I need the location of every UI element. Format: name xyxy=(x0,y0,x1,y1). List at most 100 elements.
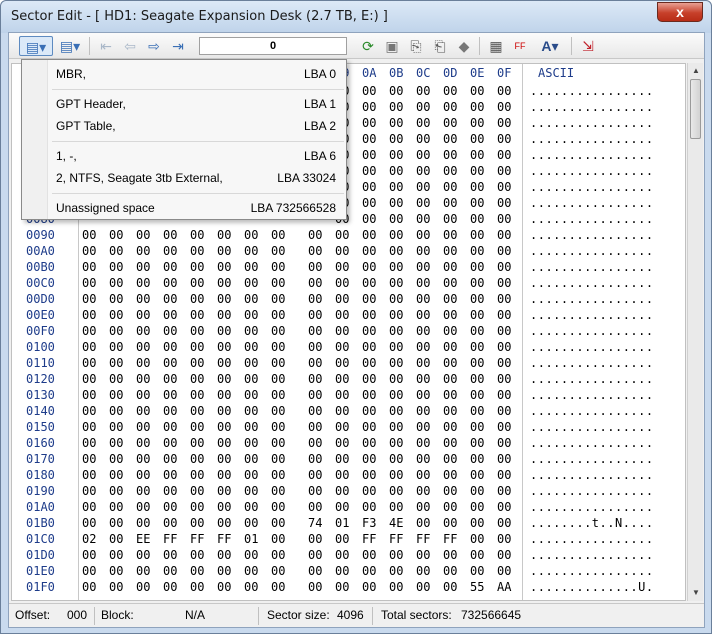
hex-byte[interactable]: 00 xyxy=(335,452,349,466)
hex-byte[interactable]: FF xyxy=(217,532,231,546)
hex-byte[interactable]: 00 xyxy=(389,148,403,162)
ascii-text[interactable]: ................ xyxy=(530,276,654,290)
hex-byte[interactable]: 00 xyxy=(497,484,511,498)
hex-byte[interactable]: 00 xyxy=(217,356,231,370)
ascii-text[interactable]: ................ xyxy=(530,228,654,242)
hex-byte[interactable]: 00 xyxy=(389,500,403,514)
hex-byte[interactable]: 00 xyxy=(470,100,484,114)
hex-byte[interactable]: 00 xyxy=(335,548,349,562)
hex-byte[interactable]: 00 xyxy=(190,500,204,514)
hex-byte[interactable]: 00 xyxy=(470,148,484,162)
hex-byte[interactable]: 74 xyxy=(308,516,322,530)
hex-byte[interactable]: 00 xyxy=(416,404,430,418)
hex-byte[interactable]: FF xyxy=(389,532,403,546)
hex-byte[interactable]: 00 xyxy=(271,340,285,354)
hex-byte[interactable]: 00 xyxy=(389,100,403,114)
ascii-text[interactable]: ................ xyxy=(530,132,654,146)
hex-byte[interactable]: 00 xyxy=(443,404,457,418)
hex-byte[interactable]: 00 xyxy=(82,500,96,514)
hex-byte[interactable]: 00 xyxy=(136,260,150,274)
hex-byte[interactable]: 00 xyxy=(136,468,150,482)
hex-byte[interactable]: 00 xyxy=(470,244,484,258)
hex-byte[interactable]: 00 xyxy=(443,388,457,402)
hex-byte[interactable]: 00 xyxy=(416,484,430,498)
hex-byte[interactable]: 00 xyxy=(109,404,123,418)
hex-byte[interactable]: 00 xyxy=(136,500,150,514)
hex-byte[interactable]: 00 xyxy=(163,404,177,418)
hex-byte[interactable]: 00 xyxy=(443,468,457,482)
hex-byte[interactable]: 00 xyxy=(335,404,349,418)
hex-byte[interactable]: 00 xyxy=(416,292,430,306)
hex-byte[interactable]: 00 xyxy=(109,564,123,578)
hex-byte[interactable]: 00 xyxy=(190,340,204,354)
hex-byte[interactable]: 00 xyxy=(271,404,285,418)
hex-byte[interactable]: 00 xyxy=(470,228,484,242)
hex-byte[interactable]: 00 xyxy=(389,260,403,274)
hex-byte[interactable]: 00 xyxy=(389,292,403,306)
hex-byte[interactable]: 00 xyxy=(335,228,349,242)
hex-byte[interactable]: 00 xyxy=(497,388,511,402)
hex-byte[interactable]: 00 xyxy=(308,228,322,242)
hex-byte[interactable]: 00 xyxy=(497,548,511,562)
hex-byte[interactable]: 00 xyxy=(362,356,376,370)
hex-byte[interactable]: 00 xyxy=(244,244,258,258)
hex-byte[interactable]: 00 xyxy=(217,228,231,242)
ascii-text[interactable]: ................ xyxy=(530,116,654,130)
hex-byte[interactable]: 00 xyxy=(308,324,322,338)
hex-byte[interactable]: 00 xyxy=(443,436,457,450)
hex-byte[interactable]: 00 xyxy=(416,388,430,402)
hex-byte[interactable]: 00 xyxy=(190,372,204,386)
hex-byte[interactable]: 00 xyxy=(271,276,285,290)
hex-byte[interactable]: 00 xyxy=(217,324,231,338)
hex-byte[interactable]: 00 xyxy=(163,276,177,290)
hex-byte[interactable]: 00 xyxy=(443,372,457,386)
hex-byte[interactable]: 00 xyxy=(109,292,123,306)
hex-byte[interactable]: 00 xyxy=(271,228,285,242)
hex-byte[interactable]: 00 xyxy=(244,484,258,498)
hex-byte[interactable]: 00 xyxy=(362,308,376,322)
hex-byte[interactable]: 00 xyxy=(335,244,349,258)
hex-byte[interactable]: 00 xyxy=(362,548,376,562)
hex-byte[interactable]: 00 xyxy=(308,372,322,386)
hex-byte[interactable]: 00 xyxy=(271,468,285,482)
hex-byte[interactable]: FF xyxy=(362,532,376,546)
hex-byte[interactable]: 00 xyxy=(362,564,376,578)
hex-byte[interactable]: 00 xyxy=(443,340,457,354)
hex-byte[interactable]: 00 xyxy=(470,292,484,306)
hex-byte[interactable]: 00 xyxy=(470,116,484,130)
hex-byte[interactable]: 00 xyxy=(163,356,177,370)
hex-byte[interactable]: 00 xyxy=(335,292,349,306)
hex-byte[interactable]: 00 xyxy=(271,564,285,578)
hex-byte[interactable]: 00 xyxy=(335,420,349,434)
hex-byte[interactable]: 00 xyxy=(443,452,457,466)
hex-byte[interactable]: 00 xyxy=(497,212,511,226)
hex-byte[interactable]: 00 xyxy=(136,580,150,594)
hex-byte[interactable]: 00 xyxy=(497,132,511,146)
hex-byte[interactable]: 00 xyxy=(271,516,285,530)
hex-byte[interactable]: 00 xyxy=(308,308,322,322)
ascii-text[interactable]: ................ xyxy=(530,324,654,338)
hex-byte[interactable]: 4E xyxy=(389,516,403,530)
hex-byte[interactable]: 00 xyxy=(389,276,403,290)
hex-byte[interactable]: 00 xyxy=(470,372,484,386)
hex-byte[interactable]: 00 xyxy=(109,548,123,562)
hex-byte[interactable]: 00 xyxy=(244,356,258,370)
prev-sector-button[interactable]: ⇦ xyxy=(119,36,141,56)
hex-byte[interactable]: 00 xyxy=(109,436,123,450)
ascii-text[interactable]: ................ xyxy=(530,212,654,226)
hex-byte[interactable]: 00 xyxy=(470,388,484,402)
hex-byte[interactable]: 00 xyxy=(362,580,376,594)
hex-byte[interactable]: 00 xyxy=(190,404,204,418)
hex-byte[interactable]: 00 xyxy=(335,372,349,386)
hex-byte[interactable]: 00 xyxy=(416,372,430,386)
hex-byte[interactable]: 00 xyxy=(217,276,231,290)
hex-byte[interactable]: 00 xyxy=(443,356,457,370)
hex-byte[interactable]: 00 xyxy=(271,356,285,370)
hex-byte[interactable]: 00 xyxy=(190,452,204,466)
hex-byte[interactable]: 00 xyxy=(217,580,231,594)
hex-byte[interactable]: 00 xyxy=(109,244,123,258)
hex-byte[interactable]: FF xyxy=(443,532,457,546)
hex-byte[interactable]: 00 xyxy=(443,196,457,210)
hex-byte[interactable]: 00 xyxy=(163,388,177,402)
hex-byte[interactable]: 00 xyxy=(163,484,177,498)
